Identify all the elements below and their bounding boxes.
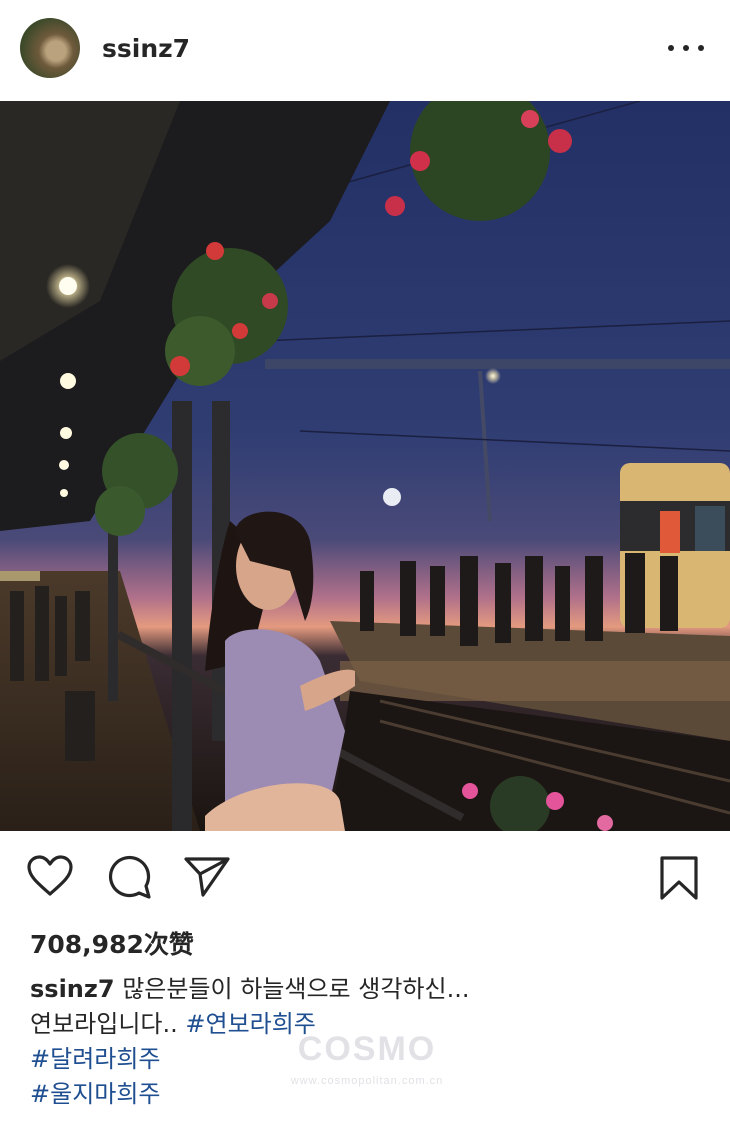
likes-count[interactable]: 708,982次赞 (30, 925, 194, 961)
heart-icon[interactable] (26, 854, 74, 898)
train-station-photo (0, 101, 730, 831)
avatar[interactable] (20, 18, 80, 78)
hashtag-link[interactable]: #달려라희주 (30, 1045, 161, 1073)
caption-username[interactable]: ssinz7 (30, 975, 115, 1003)
bookmark-icon[interactable] (658, 854, 700, 902)
dot (668, 45, 674, 51)
post-header: ssinz7 (0, 0, 730, 100)
watermark: COSMO www.cosmopolitan.com.cn (262, 1030, 472, 1110)
post-photo[interactable] (0, 101, 730, 831)
action-bar (0, 840, 730, 920)
dot (683, 45, 689, 51)
more-options-icon[interactable] (668, 36, 704, 60)
watermark-url: www.cosmopolitan.com.cn (290, 1075, 444, 1087)
comment-icon[interactable] (106, 854, 152, 900)
post-username[interactable]: ssinz7 (102, 34, 190, 63)
caption-line-1: ssinz7 많은분들이 하늘색으로 생각하신... (30, 972, 710, 1007)
dot (698, 45, 704, 51)
send-icon[interactable] (183, 854, 231, 898)
caption-text-1: 많은분들이 하늘색으로 생각하신... (114, 975, 470, 1003)
hashtag-link[interactable]: #울지마희주 (30, 1080, 161, 1108)
watermark-logo: COSMO (297, 1030, 437, 1068)
caption-text-2: 연보라입니다.. (30, 1010, 186, 1038)
